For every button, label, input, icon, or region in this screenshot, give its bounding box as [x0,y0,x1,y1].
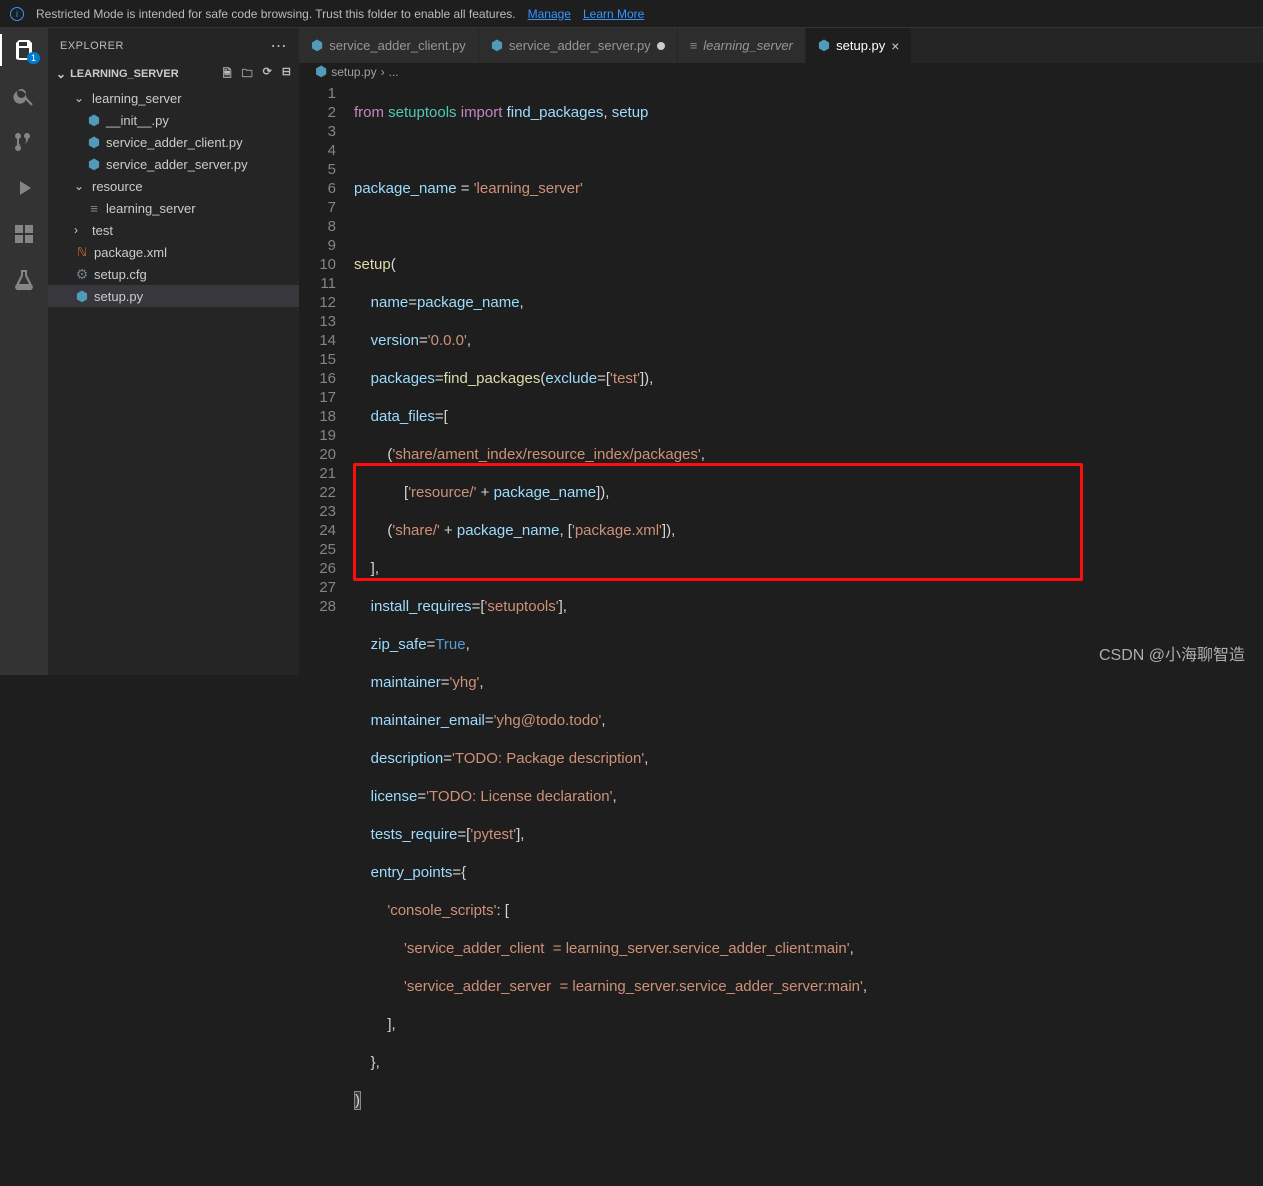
line-numbers: 1234567891011121314151617181920212223242… [299,80,354,1186]
file-setup-cfg[interactable]: ⚙setup.cfg [48,263,299,285]
collapse-icon[interactable]: ⊟ [282,65,291,84]
project-section[interactable]: ⌄ LEARNING_SERVER 🗎 🗀 ⟳ ⊟ [48,63,299,85]
explorer-icon[interactable]: 1 [12,38,36,62]
tab-server[interactable]: ⬢service_adder_server.py [479,28,678,63]
file-setup-py[interactable]: ⬢setup.py [48,285,299,307]
file-tree: ⌄learning_server ⬢__init__.py ⬢service_a… [48,85,299,309]
folder-learning-server[interactable]: ⌄learning_server [48,87,299,109]
search-icon[interactable] [12,84,36,108]
tab-client[interactable]: ⬢service_adder_client.py [299,28,479,63]
file-init[interactable]: ⬢__init__.py [48,109,299,131]
explorer-title: EXPLORER [60,40,124,52]
tab-bar: ⬢service_adder_client.py ⬢service_adder_… [299,28,1263,63]
file-resource[interactable]: ≡learning_server [48,197,299,219]
explorer-header: EXPLORER ⋯ [48,28,299,63]
testing-icon[interactable] [12,268,36,292]
new-file-icon[interactable]: 🗎 [223,65,232,84]
close-icon[interactable]: × [891,38,899,54]
activity-bar: 1 [0,28,48,675]
folder-test[interactable]: ›test [48,219,299,241]
modified-dot-icon [657,42,665,50]
learn-more-link[interactable]: Learn More [583,7,644,21]
code-editor[interactable]: 1234567891011121314151617181920212223242… [299,80,1263,1186]
file-client[interactable]: ⬢service_adder_client.py [48,131,299,153]
debug-icon[interactable] [12,176,36,200]
sidebar: EXPLORER ⋯ ⌄ LEARNING_SERVER 🗎 🗀 ⟳ ⊟ ⌄le… [48,28,299,675]
python-icon: ⬢ [315,63,327,80]
extensions-icon[interactable] [12,222,36,246]
tab-setup[interactable]: ⬢setup.py× [806,28,913,63]
explorer-more-icon[interactable]: ⋯ [271,36,288,56]
refresh-icon[interactable]: ⟳ [263,65,272,84]
explorer-badge: 1 [27,52,40,64]
notification-bar: i Restricted Mode is intended for safe c… [0,0,1263,28]
project-name: LEARNING_SERVER [70,68,179,80]
tab-learning-server[interactable]: ≡learning_server [678,28,806,63]
file-server[interactable]: ⬢service_adder_server.py [48,153,299,175]
folder-resource[interactable]: ⌄resource [48,175,299,197]
chevron-down-icon: ⌄ [56,67,66,81]
new-folder-icon[interactable]: 🗀 [242,65,253,84]
watermark: CSDN @小海聊智造 [1099,641,1245,665]
notification-text: Restricted Mode is intended for safe cod… [36,7,516,21]
source-control-icon[interactable] [12,130,36,154]
info-icon: i [10,7,24,21]
editor: ⬢service_adder_client.py ⬢service_adder_… [299,28,1263,675]
manage-link[interactable]: Manage [528,7,571,21]
breadcrumbs[interactable]: ⬢ setup.py › ... [299,63,1263,80]
file-package-xml[interactable]: ℕpackage.xml [48,241,299,263]
code-content[interactable]: from setuptools import find_packages, se… [354,80,1263,1186]
